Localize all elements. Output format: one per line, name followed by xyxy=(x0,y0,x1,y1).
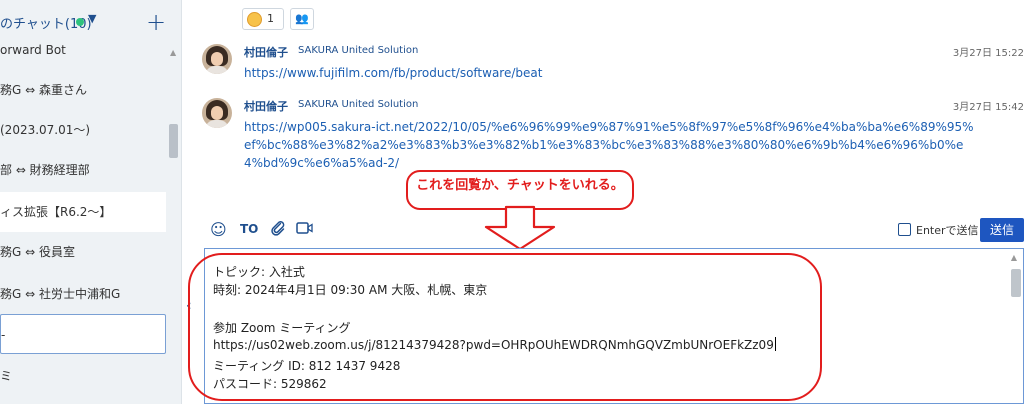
composer-line: 参加 Zoom ミーティング xyxy=(213,321,351,335)
composer-scrollbar[interactable] xyxy=(1011,269,1021,297)
annotation-arrow-icon xyxy=(484,205,556,251)
composer-line: パスコード: 529862 xyxy=(213,377,327,391)
sender-name[interactable]: 村田倫子 xyxy=(244,98,288,114)
chat-room-item[interactable]: 部 ⇔ 財務経理部 xyxy=(0,150,166,190)
caret-down-icon[interactable]: ▼ xyxy=(88,12,96,25)
paperclip-icon[interactable] xyxy=(270,220,286,240)
message-timestamp: 3月27日 15:22 xyxy=(952,48,1024,59)
chat-room-item[interactable]: 務G ⇔ 社労士中浦和G xyxy=(0,274,166,314)
reaction-button[interactable]: 1 xyxy=(242,8,284,30)
enter-to-send-checkbox[interactable] xyxy=(898,223,911,236)
reaction-users-icon[interactable]: 👥 xyxy=(290,8,314,30)
avatar[interactable] xyxy=(202,98,232,128)
smile-face-icon xyxy=(247,12,262,27)
chat-room-item[interactable]: 務G ⇔ 森重さん xyxy=(0,70,166,110)
chat-room-item[interactable]: orward Bot xyxy=(0,30,166,70)
reaction-count: 1 xyxy=(267,12,274,25)
composer-line: トピック: 入社式 xyxy=(213,265,305,279)
chat-room-item[interactable]: ィス拡張【R6.2〜】 xyxy=(0,192,166,232)
composer-toolbar: ☺ TO Enterで送信 送信 xyxy=(190,214,1024,246)
message-link[interactable]: https://www.fujifilm.com/fb/product/soft… xyxy=(244,64,974,82)
sender-org: SAKURA United Solution xyxy=(298,45,419,56)
online-status-dot xyxy=(76,18,84,26)
text-cursor xyxy=(774,337,776,351)
scroll-up-arrow-icon[interactable]: ▲ xyxy=(170,48,176,57)
chat-room-item[interactable]: ミ xyxy=(0,356,166,396)
sender-org: SAKURA United Solution xyxy=(298,99,419,110)
annotation-callout: これを回覧か、チャットをいれる。 xyxy=(406,170,634,210)
chat-room-item[interactable]: (2023.07.01〜) xyxy=(0,110,166,150)
send-button[interactable]: 送信 xyxy=(980,218,1024,242)
message-link[interactable]: https://wp005.sakura-ict.net/2022/10/05/… xyxy=(244,118,974,172)
sidebar-scrollbar[interactable] xyxy=(169,124,178,158)
message-item: 村田倫子 SAKURA United Solution 3月27日 15:42 … xyxy=(202,98,1024,178)
enter-to-send-label: Enterで送信 xyxy=(916,224,979,237)
video-call-icon[interactable] xyxy=(296,220,314,240)
scroll-up-arrow-icon[interactable]: ▲ xyxy=(1011,253,1017,262)
composer-line: ミーティング ID: 812 1437 9428 xyxy=(213,359,401,373)
message-input[interactable]: トピック: 入社式 時刻: 2024年4月1日 09:30 AM 大阪、札幌、東… xyxy=(204,248,1024,404)
composer-line: 時刻: 2024年4月1日 09:30 AM 大阪、札幌、東京 xyxy=(213,283,488,297)
chat-list-sidebar: のチャット(10) ▼ + ▲ orward Bot 務G ⇔ 森重さん (20… xyxy=(0,0,182,404)
chat-room-item[interactable]: 務G ⇔ 役員室 xyxy=(0,232,166,272)
to-button[interactable]: TO xyxy=(240,222,258,236)
chat-room-item-selected[interactable]: - xyxy=(0,314,166,354)
sender-name[interactable]: 村田倫子 xyxy=(244,44,288,60)
message-timestamp: 3月27日 15:42 xyxy=(952,102,1024,113)
collapse-sidebar-icon[interactable]: ‹ xyxy=(186,298,192,314)
composer-line: https://us02web.zoom.us/j/81214379428?pw… xyxy=(213,337,776,352)
avatar[interactable] xyxy=(202,44,232,74)
message-item: 村田倫子 SAKURA United Solution 3月27日 15:22 … xyxy=(202,44,1024,84)
emoji-icon[interactable]: ☺ xyxy=(210,220,227,239)
